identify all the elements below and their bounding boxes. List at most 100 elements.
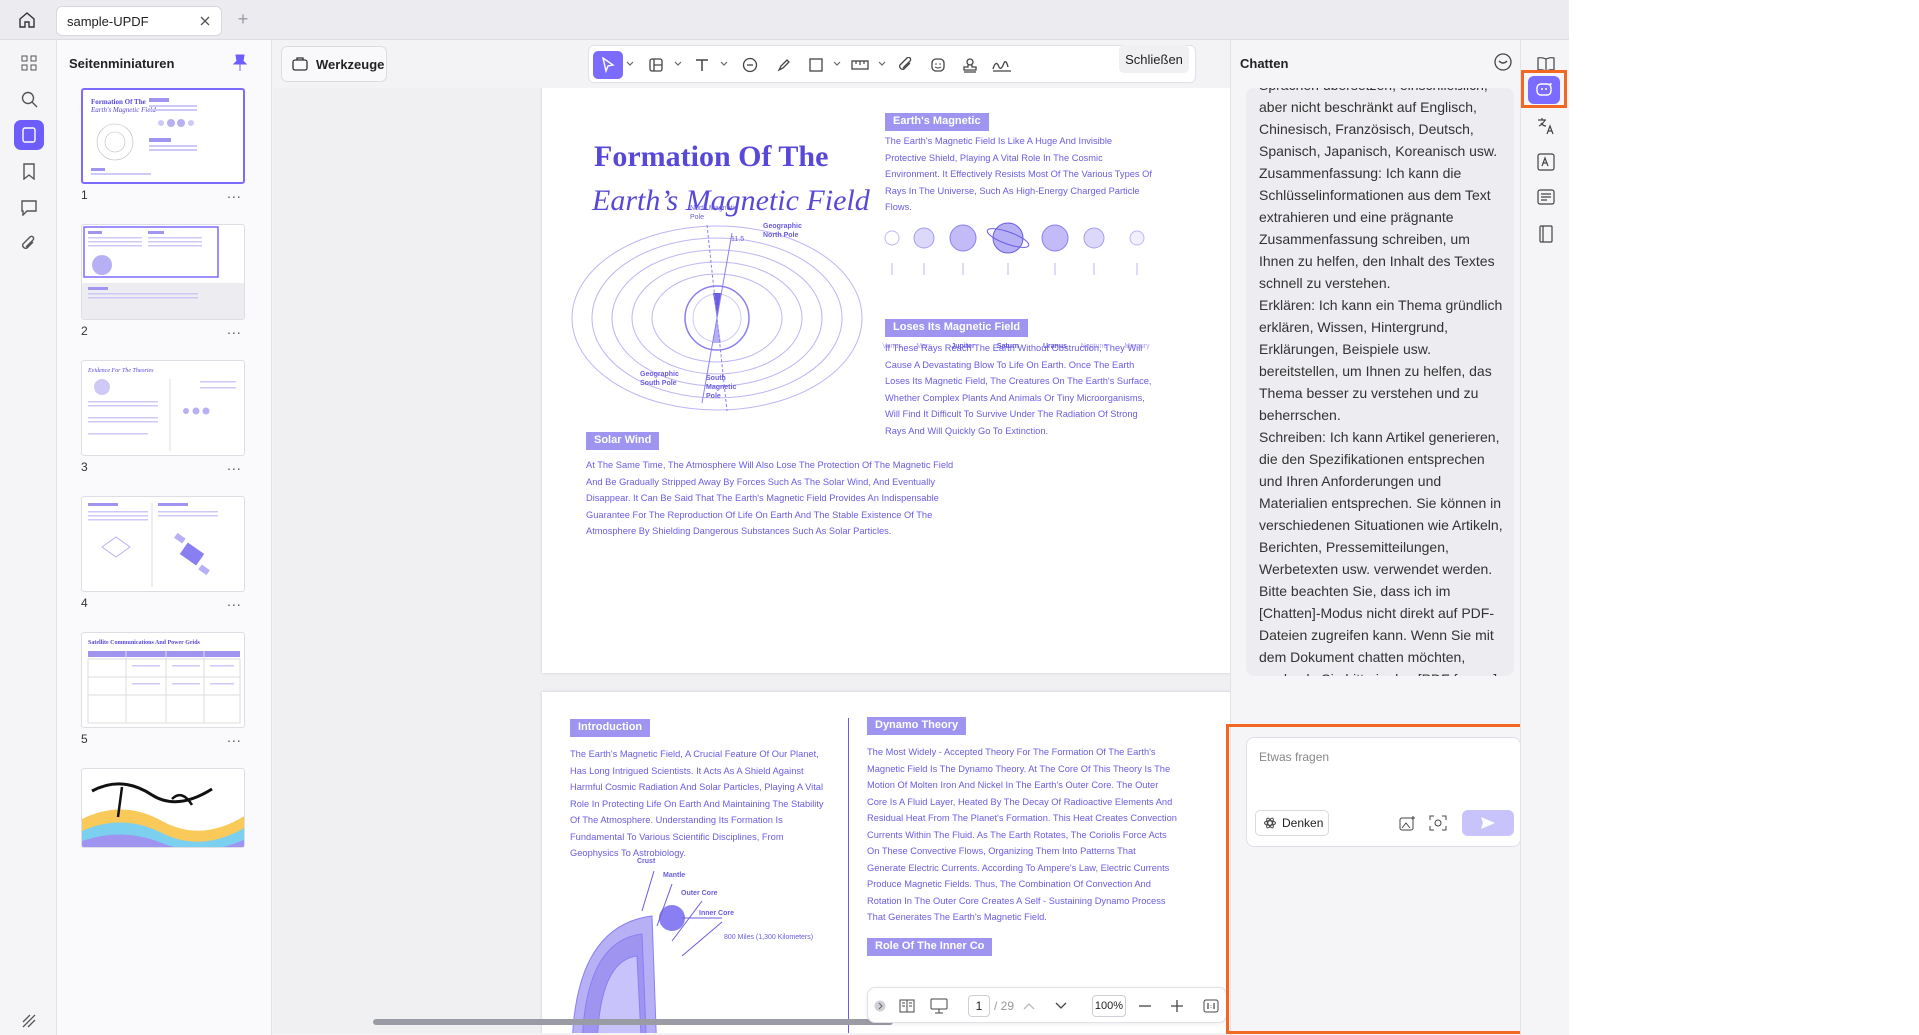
thumbnail-panel: Seitenminiaturen Formation Of The Earth'… <box>57 40 272 1035</box>
layer-label-distance: 800 Miles (1,300 Kilometers) <box>724 934 814 941</box>
label-angle: 11.5 <box>731 236 745 243</box>
thumbnail-more-5[interactable]: ... <box>227 729 242 745</box>
page-thumbnail-1[interactable]: Formation Of The Earth's Magnetic Field <box>81 88 245 184</box>
denken-button[interactable]: Denken <box>1255 810 1329 836</box>
comment-icon[interactable] <box>14 192 44 222</box>
page-number-2: 2 <box>81 324 88 338</box>
edit-tool-group <box>588 45 1196 83</box>
current-page-input[interactable]: 1 <box>968 995 990 1017</box>
bookmark-icon[interactable] <box>14 156 44 186</box>
right-icon-rail <box>1520 40 1569 1035</box>
shape-tool-icon[interactable] <box>801 51 831 79</box>
ruler-tool-icon[interactable] <box>845 51 875 79</box>
page-number-1: 1 <box>81 188 88 202</box>
thumbnail-more-3[interactable]: ... <box>227 457 242 473</box>
stamp-tool-icon[interactable] <box>955 51 985 79</box>
sidebar-toggle-icon[interactable] <box>14 1006 44 1035</box>
page-thumbnail-4[interactable] <box>81 496 245 592</box>
chat-input-box[interactable]: Etwas fragen Denken <box>1246 737 1521 847</box>
text-tool-icon[interactable] <box>687 51 717 79</box>
send-button[interactable] <box>1462 810 1514 836</box>
new-tab-icon[interactable]: + <box>234 10 252 28</box>
signature-tool-icon[interactable] <box>987 51 1017 79</box>
page-up-icon[interactable] <box>1018 995 1040 1017</box>
select-tool-caret-icon[interactable] <box>626 60 634 68</box>
document-tab-label: sample-UPDF <box>67 13 149 29</box>
thumbnails-icon[interactable] <box>14 120 44 150</box>
document-tab[interactable]: sample-UPDF <box>56 6 222 36</box>
layer-label-outer-core: Outer Core <box>681 890 718 897</box>
ocr-icon[interactable] <box>1532 148 1560 176</box>
earth-layers-diagram <box>572 870 723 1033</box>
planets-diagram <box>884 222 1145 275</box>
page-edit-caret-icon[interactable] <box>674 60 682 68</box>
comment-tool-icon[interactable] <box>735 51 765 79</box>
zoom-level[interactable]: 100% <box>1092 995 1126 1017</box>
total-pages: / 29 <box>994 999 1015 1013</box>
collapse-nav-icon[interactable] <box>872 995 888 1017</box>
tools-button[interactable]: Werkzeuge <box>281 46 387 82</box>
label-geographic-south-pole: Geographic South Pole <box>640 371 679 387</box>
page-thumbnail-3[interactable]: Evidence For The Theories <box>81 360 245 456</box>
label-north-magnetic-pole: North Magnetic Pole <box>690 205 738 221</box>
ruler-tool-caret-icon[interactable] <box>878 60 886 68</box>
empty-desktop-area <box>1569 0 1919 1035</box>
layer-label-inner-core: Inner Core <box>699 910 735 917</box>
page-layout-icon[interactable] <box>896 995 918 1017</box>
page-down-icon[interactable] <box>1050 995 1072 1017</box>
svg-text:Satellite Communications And P: Satellite Communications And Power Grids <box>88 640 201 646</box>
search-icon[interactable] <box>14 84 44 114</box>
section-text-dynamo-theory: The Most Widely - Accepted Theory For Th… <box>867 747 1177 922</box>
page-thumbnail-2[interactable] <box>81 224 245 320</box>
thumbnail-more-1[interactable]: ... <box>227 185 242 201</box>
page-title-line-1: Formation Of The <box>594 140 829 173</box>
actual-size-icon[interactable] <box>1200 995 1222 1017</box>
presentation-icon[interactable] <box>928 995 950 1017</box>
translate-icon[interactable] <box>1532 112 1560 140</box>
layer-label-mantle: Mantle <box>663 872 686 879</box>
chat-message-text: Sprachen übersetzen, einschließlich, abe… <box>1259 88 1503 676</box>
page-thumbnail-5[interactable]: Satellite Communications And Power Grids <box>81 632 245 728</box>
chat-history-icon[interactable] <box>1493 52 1515 74</box>
tools-button-label: Werkzeuge <box>316 56 385 72</box>
zoom-out-icon[interactable] <box>1134 995 1156 1017</box>
shape-tool-caret-icon[interactable] <box>833 60 841 68</box>
attachment-icon[interactable] <box>14 228 44 258</box>
attach-tool-icon[interactable] <box>891 51 921 79</box>
select-tool-icon[interactable] <box>593 51 623 79</box>
page-thumbnail-6[interactable] <box>81 768 245 848</box>
section-label-dynamo-theory: Dynamo Theory <box>867 717 967 735</box>
chat-panel: Chatten Sprachen übersetzen, einschließl… <box>1226 40 1541 1035</box>
page-navigation-bar: 1 / 29 100% <box>867 987 1227 1023</box>
highlighter-tool-icon[interactable] <box>769 51 799 79</box>
label-south-magnetic-pole: South Magnetic Pole <box>706 375 737 400</box>
close-edit-button[interactable]: Schließen <box>1119 45 1189 73</box>
screenshot-icon[interactable] <box>1427 812 1449 834</box>
thumbnail-more-2[interactable]: ... <box>227 321 242 337</box>
image-upload-icon[interactable] <box>1397 812 1419 834</box>
thumbnail-panel-title: Seitenminiaturen <box>69 56 175 71</box>
ai-chat-icon[interactable] <box>1528 76 1560 104</box>
denken-label: Denken <box>1282 816 1324 830</box>
thumbnail-more-4[interactable]: ... <box>227 593 242 609</box>
summarize-icon[interactable] <box>1532 184 1560 212</box>
zoom-in-icon[interactable] <box>1166 995 1188 1017</box>
svg-text:Evidence For The Theories: Evidence For The Theories <box>87 368 154 374</box>
page-number-4: 4 <box>81 596 88 610</box>
section-text-solar-wind: At The Same Time, The Atmosphere Will Al… <box>586 460 954 536</box>
section-text-earths-magnetic: The Earth's Magnetic Field Is Like A Hug… <box>885 136 1152 212</box>
section-label-introduction: Introduction <box>570 719 651 737</box>
pin-icon[interactable] <box>232 54 251 72</box>
chat-panel-title: Chatten <box>1240 56 1289 71</box>
page-edit-tool-icon[interactable] <box>641 51 671 79</box>
home-icon[interactable] <box>14 8 40 32</box>
sticker-tool-icon[interactable] <box>923 51 953 79</box>
page-number-3: 3 <box>81 460 88 474</box>
book-icon[interactable] <box>1532 220 1560 248</box>
text-tool-caret-icon[interactable] <box>720 60 728 68</box>
close-tab-icon[interactable] <box>197 13 213 29</box>
chat-input-placeholder[interactable]: Etwas fragen <box>1259 750 1329 764</box>
horizontal-scrollbar[interactable] <box>373 1019 893 1025</box>
label-geographic-north-pole: Geographic North Pole <box>763 223 802 239</box>
grid-view-icon[interactable] <box>14 48 44 78</box>
